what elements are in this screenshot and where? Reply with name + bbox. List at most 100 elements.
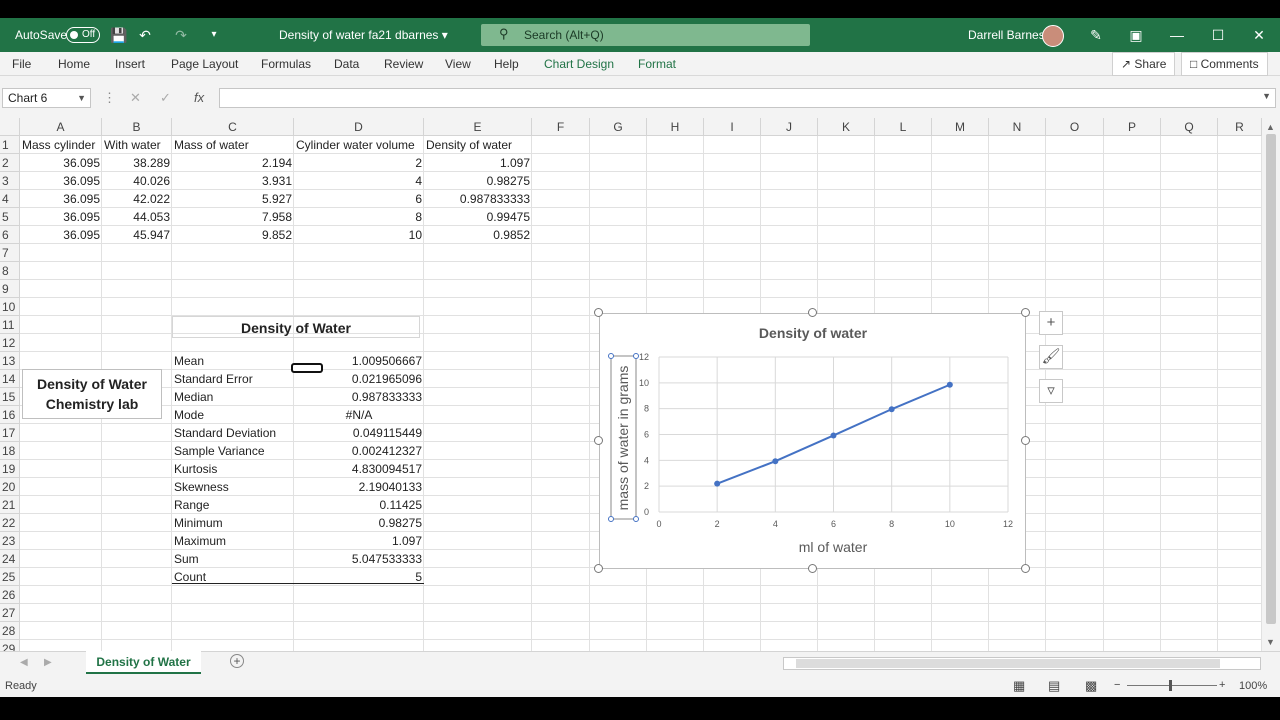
worksheet-grid[interactable]: ABCDEFGHIJKLMNOPQR 1 2 3 4 5 6 7 8 9 10 11 12 13 14 15… <box>0 118 1262 651</box>
page-break-view-icon[interactable]: ▩ <box>1085 678 1097 694</box>
column-header[interactable]: L <box>875 118 932 136</box>
horizontal-scrollbar[interactable] <box>783 657 1261 670</box>
zoom-in-icon[interactable]: + <box>1219 679 1225 691</box>
tab-formulas[interactable]: Formulas <box>261 57 311 71</box>
table-cell[interactable]: 3.931 <box>172 172 294 190</box>
horizontal-scroll-thumb[interactable] <box>796 659 1220 668</box>
resize-handle[interactable] <box>807 564 817 573</box>
scroll-down-icon[interactable]: ▼ <box>1266 637 1275 647</box>
column-header[interactable]: G <box>590 118 647 136</box>
stat-label[interactable]: Standard Deviation <box>172 424 294 442</box>
row-header[interactable]: 25 <box>0 568 20 586</box>
table-cell[interactable]: 7.958 <box>172 208 294 226</box>
formula-input[interactable]: ▼ <box>219 88 1276 108</box>
table-cell[interactable]: 8 <box>294 208 424 226</box>
column-header[interactable]: C <box>172 118 294 136</box>
column-header[interactable]: P <box>1104 118 1161 136</box>
zoom-slider[interactable] <box>1127 685 1217 686</box>
table-cell[interactable]: 2 <box>294 154 424 172</box>
stat-label[interactable]: Sum <box>172 550 294 568</box>
row-header[interactable]: 24 <box>0 550 20 568</box>
zoom-out-icon[interactable]: − <box>1114 679 1120 691</box>
resize-handle[interactable] <box>1021 564 1030 573</box>
stat-value[interactable]: 4.830094517 <box>294 460 424 478</box>
resize-handle[interactable] <box>1021 308 1030 317</box>
row-header[interactable]: 9 <box>0 280 20 298</box>
stat-value[interactable]: 0.002412327 <box>294 442 424 460</box>
stats-title[interactable]: Density of Water <box>172 316 420 338</box>
header-cell[interactable]: With water <box>102 136 172 154</box>
maximize-icon[interactable]: ☐ <box>1208 25 1228 45</box>
row-header[interactable]: 10 <box>0 298 20 316</box>
column-header[interactable]: A <box>20 118 102 136</box>
zoom-level[interactable]: 100% <box>1239 680 1267 692</box>
resize-handle[interactable] <box>594 436 603 445</box>
table-cell[interactable]: 44.053 <box>102 208 172 226</box>
stat-label[interactable]: Maximum <box>172 532 294 550</box>
row-header[interactable]: 3 <box>0 172 20 190</box>
row-header[interactable]: 2 <box>0 154 20 172</box>
chart[interactable]: Density of water 0 2 4 6 8 10 12 0 2 4 6 8 10 12 ml of … <box>599 313 1026 569</box>
tab-home[interactable]: Home <box>58 57 90 71</box>
title-textbox[interactable]: Density of Water Chemistry lab <box>22 369 162 419</box>
table-cell[interactable]: 0.98275 <box>424 172 532 190</box>
stat-value[interactable]: #N/A <box>294 406 424 424</box>
stat-value[interactable]: 0.11425 <box>294 496 424 514</box>
stat-value[interactable]: 0.049115449 <box>294 424 424 442</box>
row-header[interactable]: 26 <box>0 586 20 604</box>
document-title[interactable]: Density of water fa21 dbarnes ▾ <box>279 28 448 42</box>
stat-label[interactable]: Mode <box>172 406 294 424</box>
table-cell[interactable]: 9.852 <box>172 226 294 244</box>
row-header[interactable]: 12 <box>0 334 20 352</box>
enter-icon[interactable]: ✓ <box>160 90 171 106</box>
table-cell[interactable]: 5.927 <box>172 190 294 208</box>
save-icon[interactable]: 💾 <box>110 26 128 44</box>
normal-view-icon[interactable]: ▦ <box>1013 678 1025 694</box>
column-header[interactable]: M <box>932 118 989 136</box>
table-cell[interactable]: 36.095 <box>20 226 102 244</box>
minimize-icon[interactable]: — <box>1167 25 1187 45</box>
comments-button[interactable]: □ Comments <box>1181 52 1268 76</box>
resize-handle[interactable] <box>1021 436 1030 445</box>
stat-value[interactable]: 1.097 <box>294 532 424 550</box>
column-header[interactable]: H <box>647 118 704 136</box>
row-header[interactable]: 22 <box>0 514 20 532</box>
row-header[interactable]: 27 <box>0 604 20 622</box>
row-header[interactable]: 17 <box>0 424 20 442</box>
stat-label[interactable]: Median <box>172 388 294 406</box>
stat-label[interactable]: Standard Error <box>172 370 294 388</box>
row-header[interactable]: 18 <box>0 442 20 460</box>
row-header[interactable]: 20 <box>0 478 20 496</box>
tab-data[interactable]: Data <box>334 57 359 71</box>
column-header[interactable]: Q <box>1161 118 1218 136</box>
row-header[interactable]: 16 <box>0 406 20 424</box>
autosave-toggle[interactable]: Off <box>66 27 100 43</box>
column-header[interactable]: E <box>424 118 532 136</box>
insert-function-icon[interactable]: fx <box>194 90 204 105</box>
table-cell[interactable]: 10 <box>294 226 424 244</box>
column-header[interactable]: K <box>818 118 875 136</box>
resize-handle[interactable] <box>807 308 817 317</box>
tab-file[interactable]: File <box>12 57 31 71</box>
resize-handle[interactable] <box>594 564 603 573</box>
table-cell[interactable]: 4 <box>294 172 424 190</box>
pen-icon[interactable]: ✎ <box>1086 25 1106 45</box>
table-cell[interactable]: 36.095 <box>20 154 102 172</box>
row-header[interactable]: 23 <box>0 532 20 550</box>
row-header[interactable]: 14 <box>0 370 20 388</box>
stat-label[interactable]: Skewness <box>172 478 294 496</box>
header-cell[interactable]: Density of water <box>424 136 532 154</box>
tab-format[interactable]: Format <box>638 57 676 71</box>
table-cell[interactable]: 40.026 <box>102 172 172 190</box>
row-header[interactable]: 8 <box>0 262 20 280</box>
previous-sheet-icon[interactable]: ◀ <box>20 657 28 668</box>
chevron-down-icon[interactable]: ▼ <box>77 89 86 107</box>
sheet-tab-density-of-water[interactable]: Density of Water <box>86 651 201 674</box>
tab-review[interactable]: Review <box>384 57 423 71</box>
undo-icon[interactable]: ↶ <box>136 26 154 44</box>
row-header[interactable]: 11 <box>0 316 20 334</box>
cancel-icon[interactable]: ✕ <box>130 90 141 106</box>
tab-chart-design[interactable]: Chart Design <box>544 57 614 71</box>
share-button[interactable]: ↗ Share <box>1112 52 1176 76</box>
table-cell[interactable]: 45.947 <box>102 226 172 244</box>
